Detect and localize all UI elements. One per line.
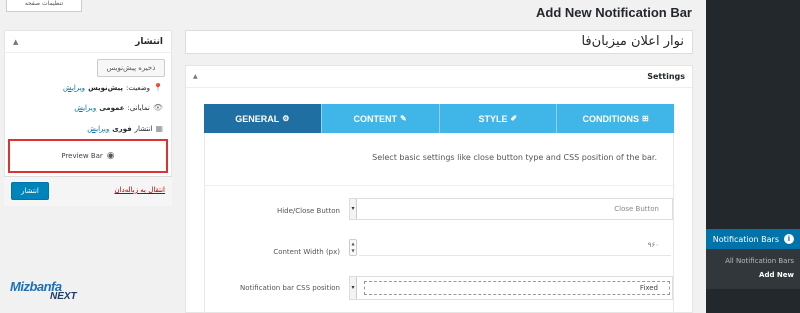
content-width-label: Content Width (px) xyxy=(273,248,340,256)
settings-panel: ▲ Settings GENERAL ⚙ CONTENT ✎ STYLE ✐ C… xyxy=(185,65,693,313)
tab-general[interactable]: GENERAL ⚙ xyxy=(204,104,322,133)
calendar-icon: ▦ xyxy=(155,124,163,133)
general-tab-body: Select basic settings like close button … xyxy=(204,133,675,313)
publish-button[interactable]: انتشار xyxy=(11,182,49,200)
submenu-add-new[interactable]: Add New xyxy=(706,265,800,279)
publish-box-header[interactable]: انتشار ▲ xyxy=(5,31,171,53)
current-arrow xyxy=(700,233,706,245)
tab-style[interactable]: STYLE ✐ xyxy=(439,104,558,133)
input-underline xyxy=(359,255,671,256)
visibility-label: نمایانی: xyxy=(127,103,150,112)
content-width-value: ۹۶۰ xyxy=(647,241,659,249)
page: تنظیمات صفحه Add New Notification Bar نو… xyxy=(0,0,800,313)
submenu-all-bars[interactable]: All Notification Bars xyxy=(706,249,800,265)
status-edit-link[interactable]: ویرایش xyxy=(63,84,85,92)
publish-time-row: ▦ انتشار فوری ویرایش xyxy=(87,124,163,133)
general-description: Select basic settings like close button … xyxy=(372,153,657,162)
menu-notification-bars-label: Notification Bars xyxy=(712,234,779,244)
visibility-value: عمومی xyxy=(99,103,125,112)
content-width-input[interactable]: ▲ ▼ ۹۶۰ xyxy=(349,239,673,256)
eye-icon: 👁 xyxy=(152,103,163,112)
info-icon: i xyxy=(784,234,794,244)
publish-time-value: فوری xyxy=(112,124,132,133)
eye-icon: ◉ xyxy=(106,151,115,161)
menu-notification-bars[interactable]: Notification Bars i xyxy=(700,229,800,249)
status-row: 📍 وضعیت: پیش‌نویس ویرایش xyxy=(63,83,163,92)
chevron-down-icon: ▾ xyxy=(350,199,357,219)
css-position-value: Fixed xyxy=(639,284,658,292)
settings-header[interactable]: ▲ Settings xyxy=(186,66,692,88)
visibility-edit-link[interactable]: ویرایش xyxy=(74,104,96,112)
preview-bar-label: Preview Bar xyxy=(61,152,103,160)
plus-square-icon: ⊞ xyxy=(642,114,649,123)
preview-bar-button[interactable]: Preview Bar ◉ xyxy=(8,139,168,173)
publish-actions: انتشار انتقال به زباله‌دان xyxy=(4,176,172,206)
admin-submenu: All Notification Bars Add New xyxy=(706,249,800,289)
page-title: Add New Notification Bar xyxy=(535,5,692,20)
css-position-label: Notification bar CSS position xyxy=(240,284,340,292)
publish-box-title: انتشار xyxy=(135,36,163,47)
focus-outline xyxy=(364,281,670,295)
admin-menu: Notification Bars i All Notification Bar… xyxy=(700,0,800,313)
number-spinner-icon[interactable]: ▲ ▼ xyxy=(349,239,357,256)
tab-label: STYLE xyxy=(478,113,508,124)
tab-label: CONDITIONS xyxy=(582,113,640,124)
settings-title: Settings xyxy=(647,72,685,81)
brush-icon: ✐ xyxy=(510,114,518,123)
status-label: وضعیت: xyxy=(125,83,151,92)
divider xyxy=(205,185,675,186)
publish-time-edit-link[interactable]: ویرایش xyxy=(87,125,109,133)
hide-close-select[interactable]: ▾ Close Button xyxy=(349,198,673,220)
save-draft-button[interactable]: ذخیره پیش‌نویس xyxy=(97,59,165,77)
tab-content[interactable]: CONTENT ✎ xyxy=(321,104,440,133)
css-position-select[interactable]: ▾ Fixed xyxy=(349,276,673,300)
hide-close-value: Close Button xyxy=(614,205,659,213)
settings-tabs: GENERAL ⚙ CONTENT ✎ STYLE ✐ CONDITIONS ⊞ xyxy=(204,104,674,133)
visibility-row: 👁 نمایانی: عمومی ویرایش xyxy=(74,103,163,112)
tab-conditions[interactable]: CONDITIONS ⊞ xyxy=(557,104,674,133)
pin-icon: 📍 xyxy=(153,83,163,92)
tab-label: CONTENT xyxy=(353,113,398,124)
toggle-arrow-icon[interactable]: ▲ xyxy=(13,38,18,46)
pencil-icon: ✎ xyxy=(400,114,407,123)
screen-options-tab[interactable]: تنظیمات صفحه xyxy=(6,0,82,12)
publish-time-label: انتشار xyxy=(134,124,153,133)
status-value: پیش‌نویس xyxy=(88,83,123,92)
toggle-arrow-icon[interactable]: ▲ xyxy=(193,73,198,80)
post-title-input[interactable]: نوار اعلان میزبان‌فا xyxy=(185,30,693,54)
logo-line2: NEXT xyxy=(50,291,77,302)
hide-close-label: Hide/Close Button xyxy=(276,207,340,215)
gear-icon: ⚙ xyxy=(282,114,290,123)
tab-label: GENERAL xyxy=(235,113,280,124)
trash-link[interactable]: انتقال به زباله‌دان xyxy=(115,186,165,194)
chevron-down-icon: ▾ xyxy=(350,277,357,299)
mizbanfa-logo: Mizbanfa NEXT xyxy=(10,279,100,313)
